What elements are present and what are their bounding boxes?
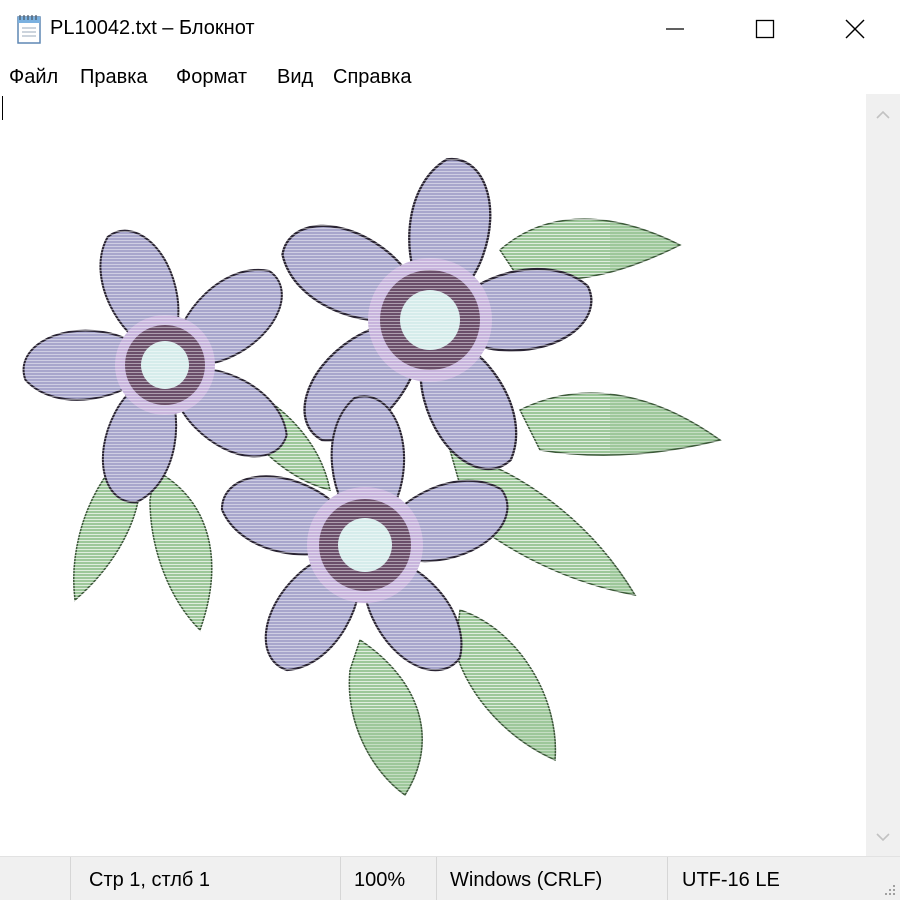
ascii-art-flowers <box>20 130 730 800</box>
menu-edit[interactable]: Правка <box>80 66 148 89</box>
resize-grip-icon[interactable] <box>881 881 897 897</box>
minimize-icon <box>666 28 684 30</box>
menu-format[interactable]: Формат <box>176 66 247 89</box>
notepad-icon <box>17 15 41 44</box>
status-bar: Стр 1, стлб 1 100% Windows (CRLF) UTF-16… <box>0 856 900 900</box>
close-icon <box>845 19 865 39</box>
chevron-down-icon <box>876 833 890 842</box>
menu-file[interactable]: Файл <box>9 66 58 89</box>
menu-help[interactable]: Справка <box>333 66 411 89</box>
status-divider <box>436 857 437 900</box>
status-divider <box>70 857 71 900</box>
status-line-endings: Windows (CRLF) <box>450 869 603 891</box>
status-zoom: 100% <box>354 869 406 891</box>
window-title: PL10042.txt – Блокнот <box>50 17 255 39</box>
status-cursor-position: Стр 1, стлб 1 <box>89 869 211 891</box>
status-divider <box>340 857 341 900</box>
chevron-up-icon <box>876 110 890 119</box>
text-editor[interactable] <box>0 94 866 856</box>
close-button[interactable] <box>810 0 900 58</box>
menu-view[interactable]: Вид <box>277 66 313 89</box>
menu-bar: Файл Правка Формат Вид Справка <box>0 58 900 96</box>
status-encoding: UTF-16 LE <box>682 869 780 891</box>
scroll-down-button[interactable] <box>866 820 900 854</box>
scroll-up-button[interactable] <box>866 98 900 132</box>
status-divider <box>667 857 668 900</box>
vertical-scrollbar[interactable] <box>866 94 900 856</box>
title-bar: PL10042.txt – Блокнот <box>0 0 900 58</box>
maximize-button[interactable] <box>720 0 810 58</box>
maximize-icon <box>755 19 775 39</box>
minimize-button[interactable] <box>630 0 720 58</box>
